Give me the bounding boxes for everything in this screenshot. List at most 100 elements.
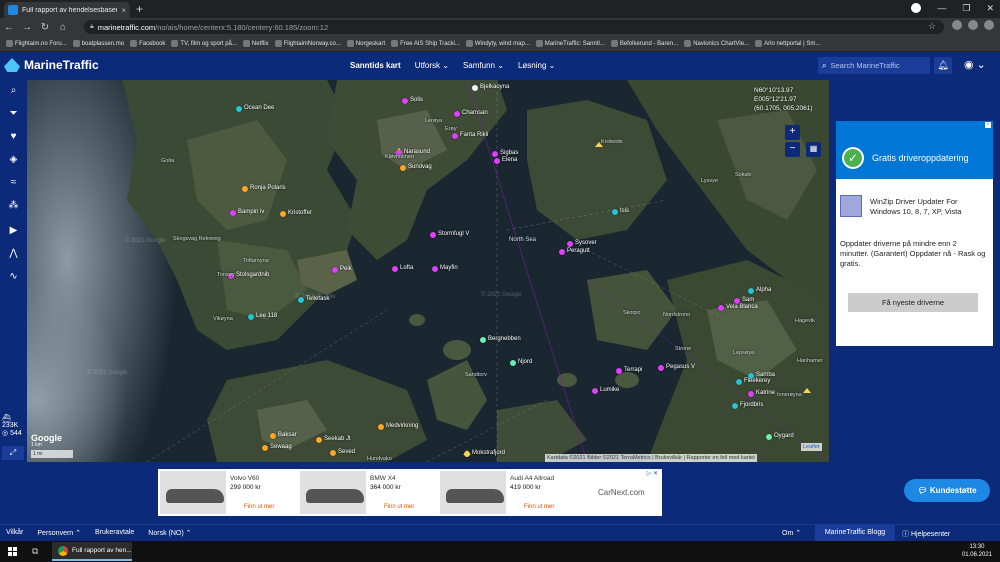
vessel-marker[interactable] [567, 241, 573, 247]
footer-privacy[interactable]: Personvern ⌃ [37, 529, 81, 537]
play-icon[interactable]: ▶ [0, 220, 27, 242]
vessel-marker[interactable] [480, 337, 486, 343]
vessel-label[interactable]: Ocean Dee [244, 105, 274, 111]
driver-ad[interactable]: × ✓ Gratis driveroppdatering WinZip Driv… [836, 121, 993, 346]
maximize-icon[interactable]: ❐ [962, 3, 970, 14]
vessel-marker[interactable] [718, 305, 724, 311]
vessel-marker[interactable] [432, 266, 438, 272]
vessel-label[interactable]: Njord [518, 359, 532, 365]
ad-cta-button[interactable]: Få nyeste driverne [848, 293, 978, 312]
extension-icon[interactable] [968, 20, 978, 30]
footer-language[interactable]: Norsk (NO) ⌃ [148, 529, 191, 537]
profile-dot-icon[interactable] [911, 3, 922, 13]
vessel-marker[interactable] [316, 437, 322, 443]
vessel-label[interactable]: Kristoffer [288, 210, 312, 216]
nav-explore[interactable]: Utforsk ⌄ [415, 61, 449, 70]
vessel-label[interactable]: Fanta Rikli [460, 132, 488, 138]
vessel-marker[interactable] [559, 249, 565, 255]
vessel-label[interactable]: Seekab Jt [324, 436, 351, 442]
vessel-marker[interactable] [392, 266, 398, 272]
car-ad[interactable]: CarNext.com ▷ ✕ Volvo V60 299 000 kr Finn … [158, 469, 662, 516]
task-view-icon[interactable]: ⧉ [32, 546, 38, 557]
bookmark-star-icon[interactable]: ☆ [928, 21, 936, 32]
bookmark-item[interactable]: boatplassen.mo [72, 40, 124, 47]
vessel-label[interactable]: Stormfugl V [438, 231, 469, 237]
vessel-label[interactable]: Chamsan [462, 110, 488, 116]
home-icon[interactable]: ⌂ [54, 22, 72, 33]
vessel-label[interactable]: Bampin iv [238, 209, 264, 215]
vessel-marker[interactable] [736, 379, 742, 385]
vessel-label[interactable]: Medvirkning [386, 423, 418, 429]
car-link[interactable]: Finn ut mer [384, 504, 414, 510]
wind-icon[interactable]: ≈ [0, 172, 27, 194]
vessel-marker[interactable] [732, 403, 738, 409]
vessel-marker[interactable] [658, 365, 664, 371]
vessel-label[interactable]: Lumike [600, 387, 619, 393]
vessel-marker[interactable] [748, 391, 754, 397]
vessel-marker[interactable] [230, 210, 236, 216]
measure-icon[interactable]: ∿ [0, 266, 27, 288]
bookmark-item[interactable]: FlightaimNorway.co... [274, 40, 341, 47]
heart-icon[interactable]: ♥ [0, 126, 27, 148]
ad-close-icon[interactable]: × [985, 122, 991, 128]
logo[interactable]: MarineTraffic [4, 58, 99, 72]
bookmark-item[interactable]: Flightaim.no Foru... [6, 40, 67, 47]
vessel-label[interactable]: Terrapi [624, 367, 642, 373]
vessel-marker[interactable] [612, 209, 618, 215]
vessel-label[interactable]: Alpha [756, 287, 771, 293]
vessel-label[interactable]: Mayfin [440, 265, 458, 271]
vessel-label[interactable]: Bergnebben [488, 336, 521, 342]
vessel-marker[interactable] [378, 424, 384, 430]
car-link[interactable]: Finn ut mer [524, 504, 554, 510]
notification-bell-icon[interactable]: 🔔︎ [934, 57, 952, 74]
map-type-icon[interactable]: ▦ [806, 142, 821, 157]
footer-blog[interactable]: MarineTraffic Blogg [815, 525, 895, 541]
vessel-label[interactable]: Baksar [278, 432, 297, 438]
vessel-label[interactable]: Sewaag [270, 444, 292, 450]
windows-start-icon[interactable] [8, 547, 17, 556]
bookmark-item[interactable]: Arlo nettportal | Sm... [755, 40, 820, 47]
vessel-label[interactable]: Stolsgardnib [236, 272, 269, 278]
car-offer[interactable]: Audi A4 Allroad 419 000 kr Finn ut mer [438, 469, 578, 516]
search-input[interactable] [830, 61, 926, 70]
system-clock[interactable]: 13:30 01.06.2021 [962, 543, 992, 559]
vessel-marker[interactable] [430, 232, 436, 238]
carnext-brand[interactable]: CarNext.com [598, 488, 645, 497]
zoom-out-button[interactable]: − [785, 142, 800, 157]
forward-icon[interactable]: → [18, 22, 36, 33]
vessel-marker[interactable] [592, 388, 598, 394]
support-button[interactable]: 💬︎ Kundestøtte [904, 479, 990, 502]
vessel-label[interactable]: Isis [620, 208, 629, 214]
car-offer[interactable]: Volvo V60 299 000 kr Finn ut mer [158, 469, 298, 516]
footer-help[interactable]: ⓘ Hjelpesenter [902, 529, 950, 539]
nav-solutions[interactable]: Løsning ⌄ [518, 61, 555, 70]
vessel-marker[interactable] [270, 433, 276, 439]
adchoice-icon[interactable]: ▷ ✕ [647, 470, 658, 477]
search-icon[interactable]: ⌕ [0, 80, 27, 102]
vessel-label[interactable]: Seved [338, 449, 355, 455]
map-attribution[interactable]: Kartdata ©2021 Bilder ©2021 TerraMetrics… [545, 454, 757, 462]
footer-about[interactable]: Om ⌃ [782, 529, 801, 537]
vessel-marker[interactable] [766, 434, 772, 440]
tab-close-icon[interactable]: × [121, 6, 126, 15]
vessel-label[interactable]: Katrine [756, 390, 775, 396]
vessel-marker[interactable] [492, 151, 498, 157]
vessel-marker[interactable] [330, 450, 336, 456]
vessel-label[interactable]: Fleekerey [744, 378, 770, 384]
vessel-label[interactable]: Elena [502, 157, 517, 163]
nav-community[interactable]: Samfunn ⌄ [463, 61, 504, 70]
minimize-icon[interactable]: — [937, 3, 946, 14]
bookmark-item[interactable]: Navionics ChartVie... [684, 40, 749, 47]
car-offer[interactable]: BMW X4 364 000 kr Finn ut mer [298, 469, 438, 516]
footer-terms[interactable]: Vilkår [6, 529, 23, 537]
vessel-label[interactable]: Lofta [400, 265, 413, 271]
vessel-marker[interactable] [510, 360, 516, 366]
close-window-icon[interactable]: ✕ [986, 3, 994, 14]
vessel-label[interactable]: Peik [340, 266, 352, 272]
vessel-marker[interactable] [616, 368, 622, 374]
vessel-label[interactable]: Sysover [575, 240, 597, 246]
bookmark-item[interactable]: Windyty, wind map... [465, 40, 530, 47]
vessel-marker[interactable] [262, 445, 268, 451]
vessel-label[interactable]: Mokstrafjord [472, 450, 505, 456]
vessel-marker[interactable] [748, 288, 754, 294]
